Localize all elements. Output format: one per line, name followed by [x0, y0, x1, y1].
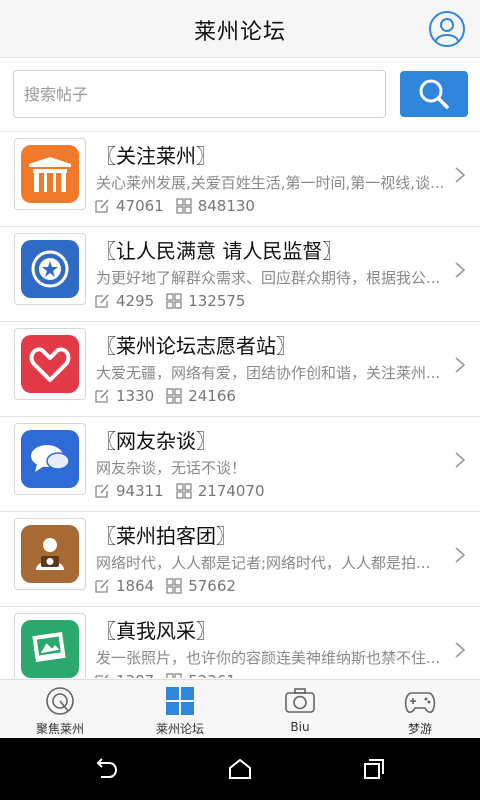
- forum-item[interactable]: 〖莱州论坛志愿者站〗 大爱无疆，网络有爱，团结协作创和谐，关注莱州... 133…: [0, 322, 480, 417]
- forum-description: 大爱无疆，网络有爱，团结协作创和谐，关注莱州...: [96, 364, 441, 382]
- gamepad-icon: [404, 692, 436, 713]
- chevron-right-icon: [455, 167, 466, 183]
- forum-stats: 47061 848130: [94, 195, 255, 217]
- photographer-icon: [21, 525, 79, 583]
- forum-stats: 1864 57662: [94, 575, 236, 597]
- reply-count: 2174070: [197, 482, 265, 500]
- post-count: 4295: [116, 292, 155, 310]
- post-count: 1864: [116, 577, 155, 595]
- edit-icon: [95, 579, 109, 593]
- nav-label: 莱州论坛: [155, 722, 204, 736]
- nav-tab-focus[interactable]: 聚焦莱州: [0, 680, 120, 739]
- forum-icon-frame: [14, 138, 86, 210]
- search-input[interactable]: [13, 70, 386, 118]
- forum-list: 〖关注莱州〗 关心莱州发展,关爱百姓生活,第一时间,第一视线,谈... 4706…: [0, 132, 480, 678]
- grid-small-icon: [166, 673, 182, 678]
- forum-item[interactable]: 〖网友杂谈〗 网友杂谈，无话不谈！ 94311 2174070: [0, 417, 480, 512]
- forum-stats: 1387 52361: [94, 670, 236, 678]
- forum-stats: 94311 2174070: [94, 480, 265, 502]
- reply-count: 848130: [197, 197, 255, 215]
- reply-count: 57662: [188, 577, 236, 595]
- forum-stats: 4295 132575: [94, 290, 245, 312]
- app-screen: 莱州论坛 搜索帖子 〖关注莱州〗 关心莱州发展,关爱百姓生活,第一时间,第一视线…: [0, 0, 480, 800]
- chevron-right-icon: [455, 262, 466, 278]
- home-icon[interactable]: [227, 757, 253, 781]
- focus-icon: [46, 687, 74, 715]
- forum-icon-frame: [14, 423, 86, 495]
- forum-icon-frame: [14, 233, 86, 305]
- system-nav-bar: [0, 738, 480, 800]
- bottom-nav: 聚焦莱州 莱州论坛 Biu 梦游: [0, 679, 480, 738]
- nav-tab-dream[interactable]: 梦游: [360, 680, 480, 739]
- grid-small-icon: [166, 578, 182, 594]
- forum-item[interactable]: 〖真我风采〗 发一张照片，也许你的容颜连美神维纳斯也禁不住... 1387 52…: [0, 607, 480, 678]
- nav-tab-biu[interactable]: Biu: [240, 680, 360, 739]
- reply-count: 132575: [188, 292, 246, 310]
- forum-title: 〖让人民满意 请人民监督〗: [96, 239, 343, 263]
- forum-stats: 1330 24166: [94, 385, 236, 407]
- post-count: 1387: [116, 672, 154, 678]
- forum-item[interactable]: 〖莱州拍客团〗 网络时代，人人都是记者;网络时代，人人都是拍... 1864 5…: [0, 512, 480, 607]
- post-count: 1330: [116, 387, 155, 405]
- forum-title: 〖网友杂谈〗: [96, 429, 216, 453]
- reply-count: 24166: [188, 387, 236, 405]
- photo-icon: [21, 620, 79, 678]
- forum-description: 网络时代，人人都是记者;网络时代，人人都是拍...: [96, 554, 431, 572]
- recent-apps-icon[interactable]: [361, 757, 387, 781]
- edit-icon: [95, 389, 109, 403]
- grid-small-icon: [176, 483, 192, 499]
- forum-title: 〖莱州论坛志愿者站〗: [96, 334, 296, 358]
- edit-icon: [95, 484, 109, 498]
- forum-item[interactable]: 〖让人民满意 请人民监督〗 为更好地了解群众需求、回应群众期待，根据我公... …: [0, 227, 480, 322]
- chevron-right-icon: [455, 452, 466, 468]
- chevron-right-icon: [455, 642, 466, 658]
- nav-label: Biu: [290, 720, 310, 734]
- nav-tab-forum[interactable]: 莱州论坛: [120, 680, 240, 739]
- forum-icon-frame: [14, 518, 86, 590]
- post-count: 47061: [116, 197, 164, 215]
- header-bar: 莱州论坛: [0, 0, 480, 58]
- edit-icon: [95, 674, 109, 678]
- reply-count: 52361: [188, 672, 236, 678]
- grid-small-icon: [176, 198, 192, 214]
- search-icon: [419, 79, 449, 109]
- forum-description: 网友杂谈，无话不谈！: [96, 459, 247, 477]
- grid-icon: [166, 687, 194, 715]
- chevron-right-icon: [455, 547, 466, 563]
- forum-description: 发一张照片，也许你的容颜连美神维纳斯也禁不住...: [96, 649, 441, 667]
- edit-icon: [95, 199, 109, 213]
- forum-icon-frame: [14, 613, 86, 678]
- forum-icon-frame: [14, 328, 86, 400]
- chevron-right-icon: [455, 357, 466, 373]
- grid-small-icon: [166, 293, 182, 309]
- forum-description: 关心莱州发展,关爱百姓生活,第一时间,第一视线,谈...: [96, 174, 445, 192]
- nav-label: 梦游: [407, 722, 432, 736]
- police-badge-icon: [21, 240, 79, 298]
- camera-icon: [285, 688, 315, 713]
- forum-title: 〖真我风采〗: [96, 619, 216, 643]
- user-profile-icon[interactable]: [428, 10, 466, 48]
- post-count: 94311: [116, 482, 164, 500]
- forum-description: 为更好地了解群众需求、回应群众期待，根据我公...: [96, 269, 441, 287]
- grid-small-icon: [166, 388, 182, 404]
- search-button[interactable]: [400, 71, 468, 117]
- forum-title: 〖关注莱州〗: [96, 144, 216, 168]
- heart-ribbon-icon: [21, 335, 79, 393]
- back-icon[interactable]: [93, 757, 119, 781]
- forum-title: 〖莱州拍客团〗: [96, 524, 236, 548]
- page-title: 莱州论坛: [193, 20, 286, 45]
- forum-item[interactable]: 〖关注莱州〗 关心莱州发展,关爱百姓生活,第一时间,第一视线,谈... 4706…: [0, 132, 480, 227]
- search-bar: [0, 58, 480, 132]
- gate-icon: [21, 145, 79, 203]
- edit-icon: [95, 294, 109, 308]
- nav-label: 聚焦莱州: [35, 722, 84, 736]
- chat-bubbles-icon: [21, 430, 79, 488]
